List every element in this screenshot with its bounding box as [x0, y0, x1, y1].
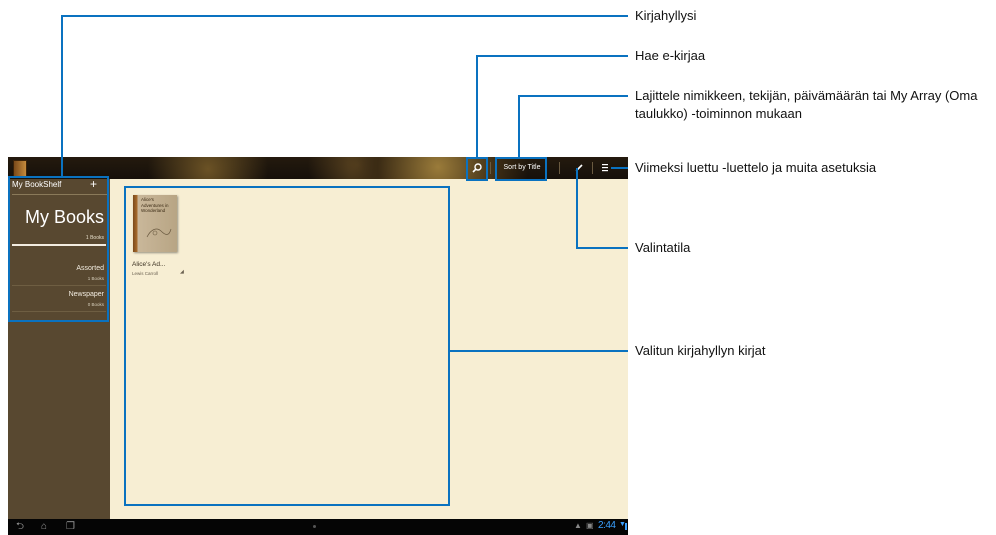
leader-line — [61, 15, 63, 177]
selection-mode-button[interactable] — [572, 160, 586, 176]
back-icon[interactable]: ⮌ — [16, 520, 24, 534]
callout-menu: Viimeksi luettu -luettelo ja muita asetu… — [635, 160, 877, 175]
leader-line — [576, 247, 628, 249]
bookshelf-callout-box — [8, 176, 109, 322]
callout-books: Valitun kirjahyllyn kirjat — [635, 343, 766, 358]
leader-line — [61, 15, 628, 17]
leader-line — [476, 55, 628, 57]
callout-sort: Lajittele nimikkeen, tekijän, päivämäärä… — [635, 88, 978, 121]
toolbar-divider — [592, 162, 593, 174]
toolbar-divider — [490, 162, 491, 174]
toolbar-divider — [559, 162, 560, 174]
leader-line — [576, 168, 578, 249]
battery-icon — [625, 523, 627, 530]
home-icon[interactable]: ⌂ — [41, 520, 47, 534]
callout-selection: Valintatila — [635, 240, 691, 255]
callout-search: Hae e-kirjaa — [635, 48, 706, 63]
recent-apps-icon[interactable]: ❐ — [66, 520, 75, 534]
leader-line — [518, 95, 520, 158]
system-nav-bar: ⮌ ⌂ ❐ ▲ ▣ 2:44 ▼ — [8, 519, 628, 535]
callout-bookshelf: Kirjahyllysi — [635, 8, 697, 23]
overflow-menu-button[interactable] — [598, 160, 612, 176]
search-callout-box — [466, 157, 488, 181]
leader-line — [518, 95, 628, 97]
leader-line — [476, 55, 478, 158]
nav-dot — [313, 525, 316, 528]
books-callout-box — [124, 186, 450, 506]
leader-line — [611, 167, 628, 169]
gallery-icon: ▣ — [586, 521, 594, 530]
leader-line — [450, 350, 628, 352]
warning-icon: ▲ — [574, 521, 582, 530]
sort-callout-box — [495, 157, 547, 181]
menu-icon — [602, 164, 608, 172]
status-clock: 2:44 — [598, 520, 616, 531]
